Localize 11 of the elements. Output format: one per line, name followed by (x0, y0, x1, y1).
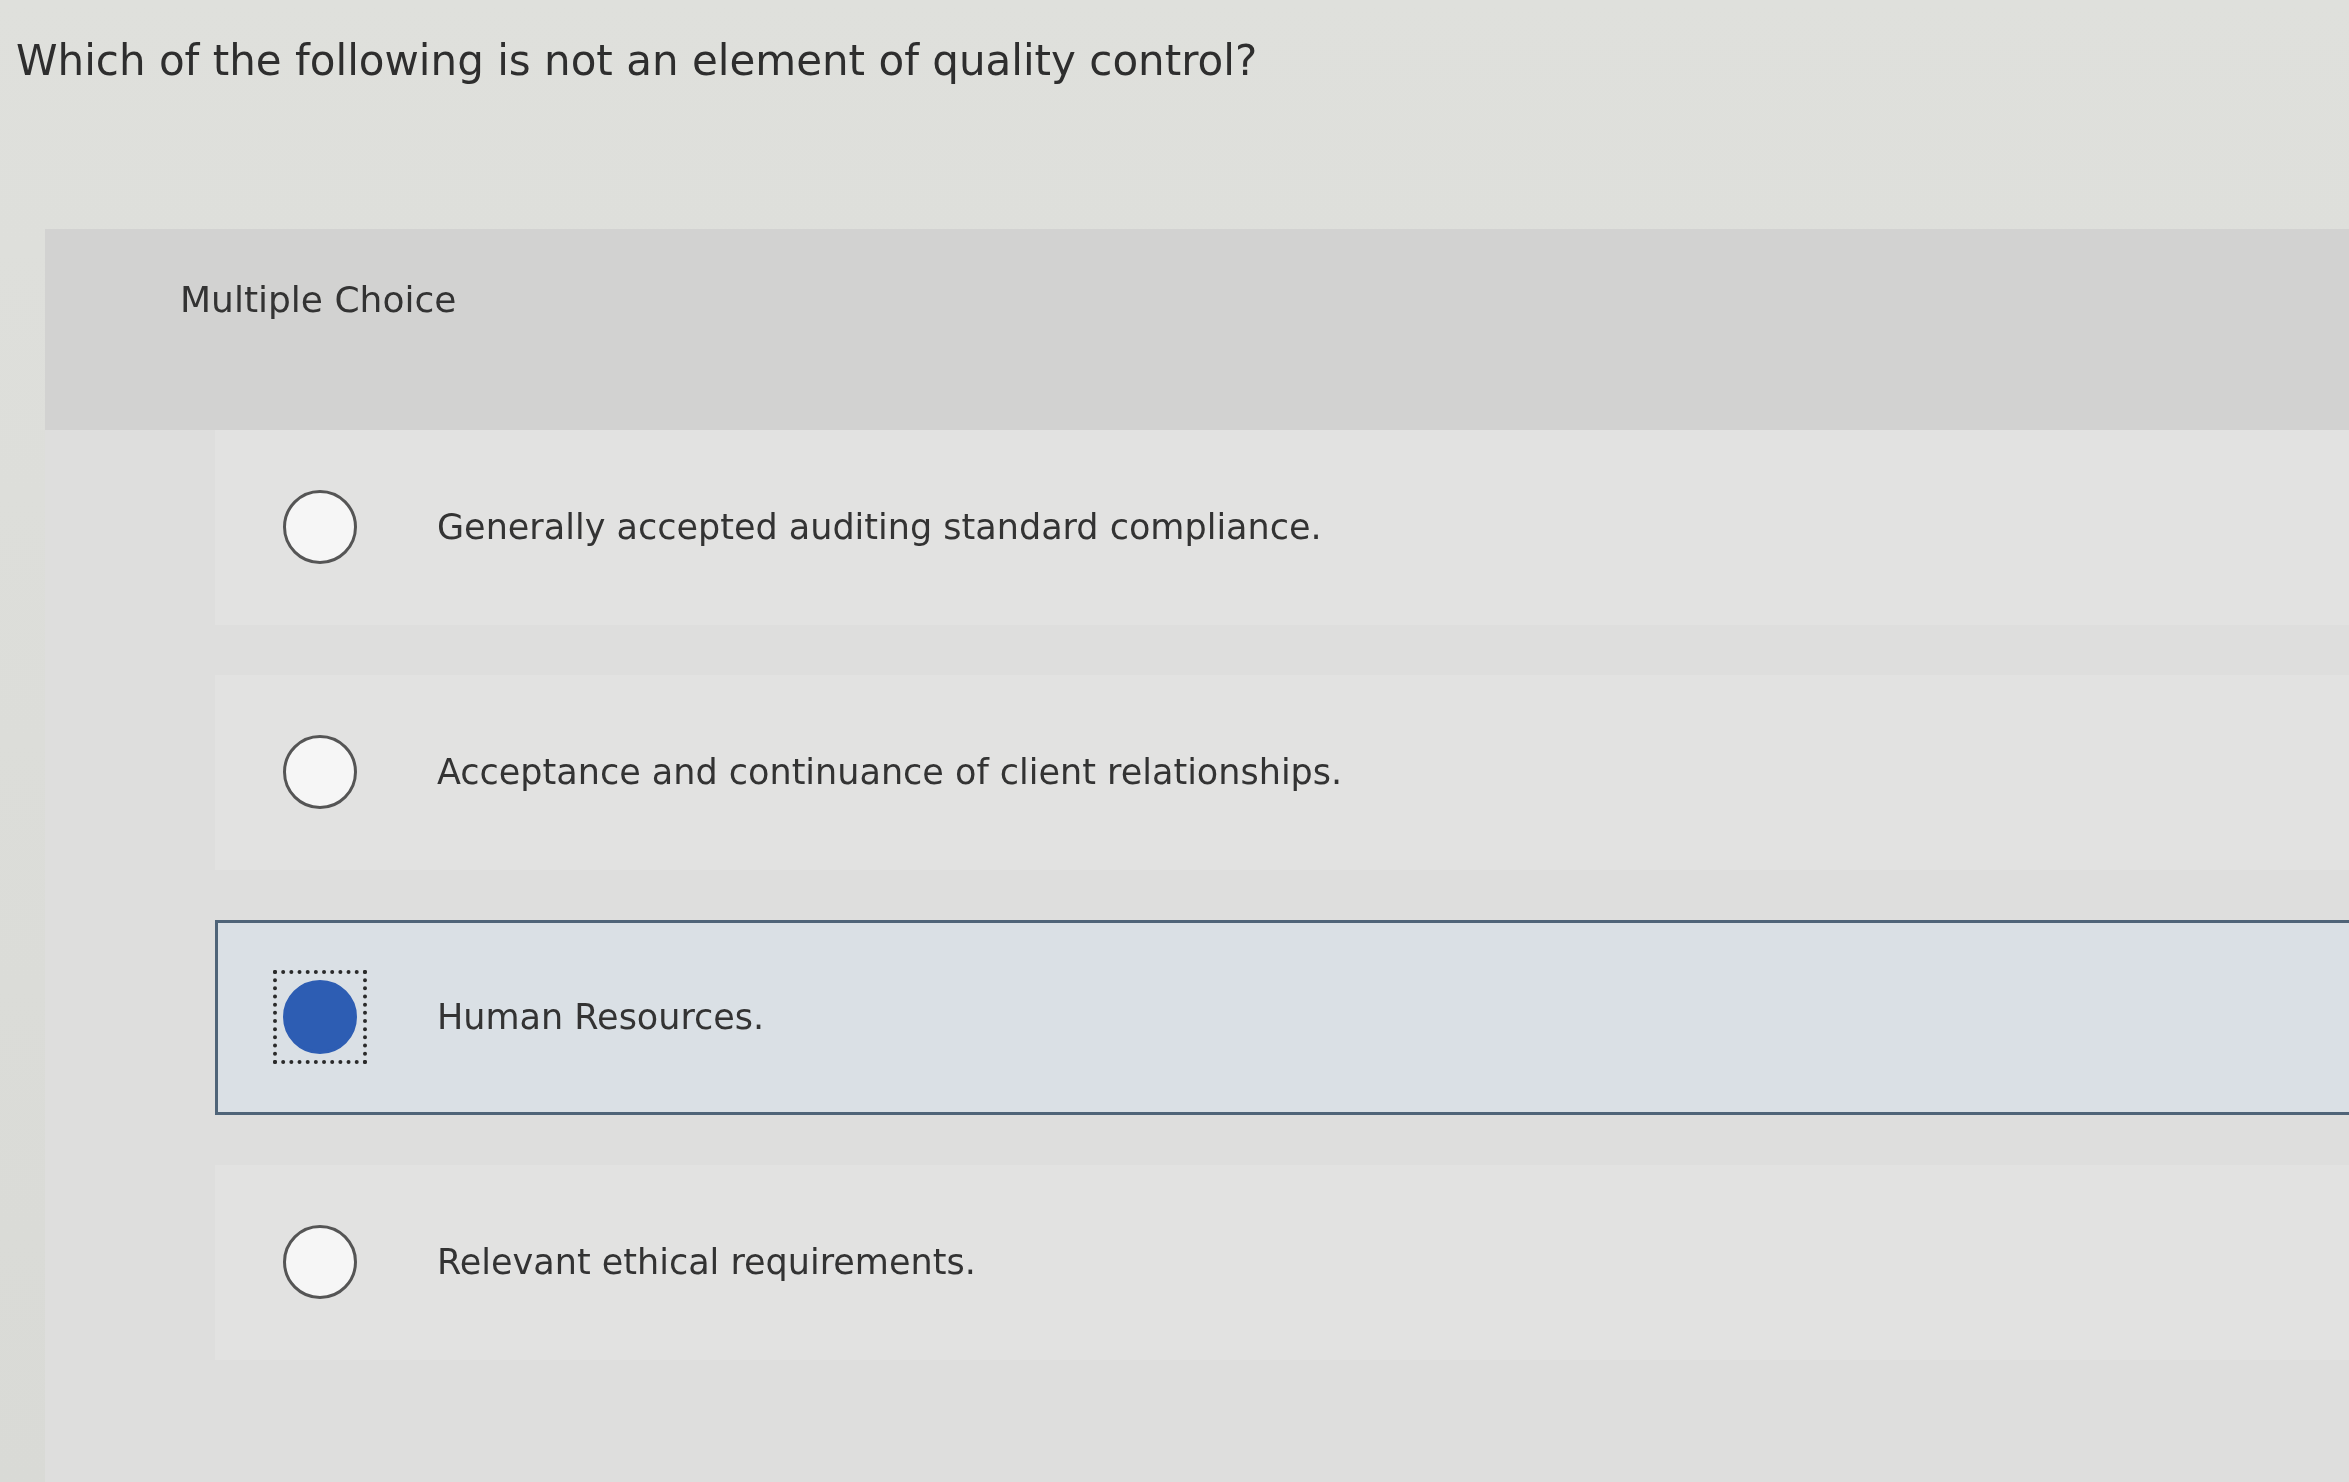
answer-option[interactable]: Generally accepted auditing standard compliance. (215, 429, 2349, 625)
answer-option[interactable]: Human Resources. (215, 919, 2349, 1115)
option-text: Generally accepted auditing standard compliance. (437, 507, 1322, 548)
radio-button[interactable] (273, 970, 367, 1065)
option-text: Acceptance and continuance of client relationships. (437, 752, 1343, 793)
option-text: Relevant ethical requirements. (437, 1242, 976, 1283)
question-type-label: Multiple Choice (180, 278, 457, 320)
question-text: Which of the following is not an element of quality control? (16, 35, 1258, 87)
answer-option[interactable]: Relevant ethical requirements. (215, 1164, 2349, 1360)
option-text: Human Resources. (437, 997, 765, 1038)
answer-option[interactable]: Acceptance and continuance of client relationships. (215, 674, 2349, 870)
